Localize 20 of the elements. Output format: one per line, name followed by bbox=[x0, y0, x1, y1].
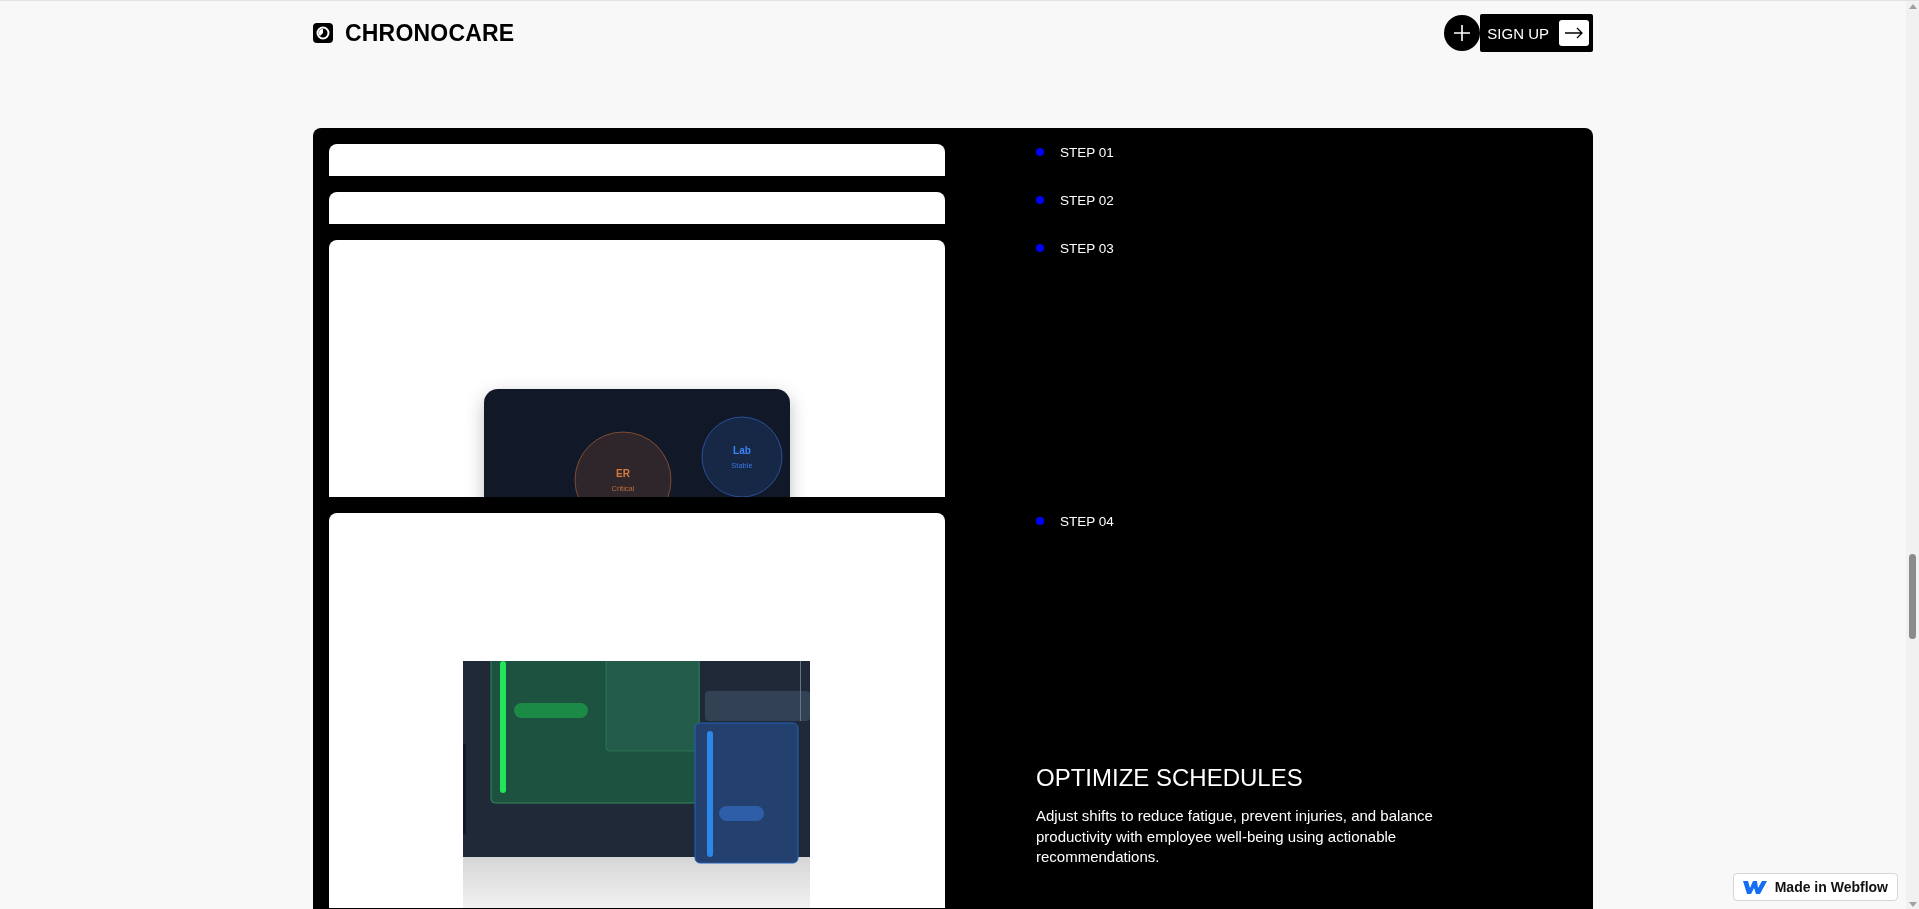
plus-icon bbox=[1453, 24, 1472, 42]
step-label: STEP 01 bbox=[1060, 144, 1114, 160]
step-label: STEP 02 bbox=[1060, 192, 1114, 208]
section-heading: OPTIMIZE SCHEDULES bbox=[1036, 764, 1304, 793]
zone-name: Lab bbox=[733, 445, 751, 456]
step-dot bbox=[1036, 148, 1044, 156]
arrow-right-icon bbox=[1564, 27, 1584, 39]
sign-up-button[interactable]: SIGN UP bbox=[1480, 14, 1593, 52]
step-label: STEP 04 bbox=[1060, 513, 1114, 529]
step-dot bbox=[1036, 244, 1044, 252]
plus-button[interactable] bbox=[1444, 15, 1481, 51]
step-dot bbox=[1036, 196, 1044, 204]
step-dot bbox=[1036, 517, 1044, 525]
made-in-webflow-badge[interactable]: Made in Webflow bbox=[1732, 873, 1898, 901]
zone-name: ER bbox=[616, 468, 630, 479]
step-label: STEP 03 bbox=[1060, 240, 1114, 256]
section-description: Adjust shifts to reduce fatigue, prevent injuries, and balance productivity with employee well-being using actionable recommendations. bbox=[1036, 806, 1434, 868]
webflow-logo-icon bbox=[1742, 880, 1767, 894]
brand-name: CHRONOCARE bbox=[345, 19, 515, 47]
logo-icon bbox=[313, 23, 333, 43]
